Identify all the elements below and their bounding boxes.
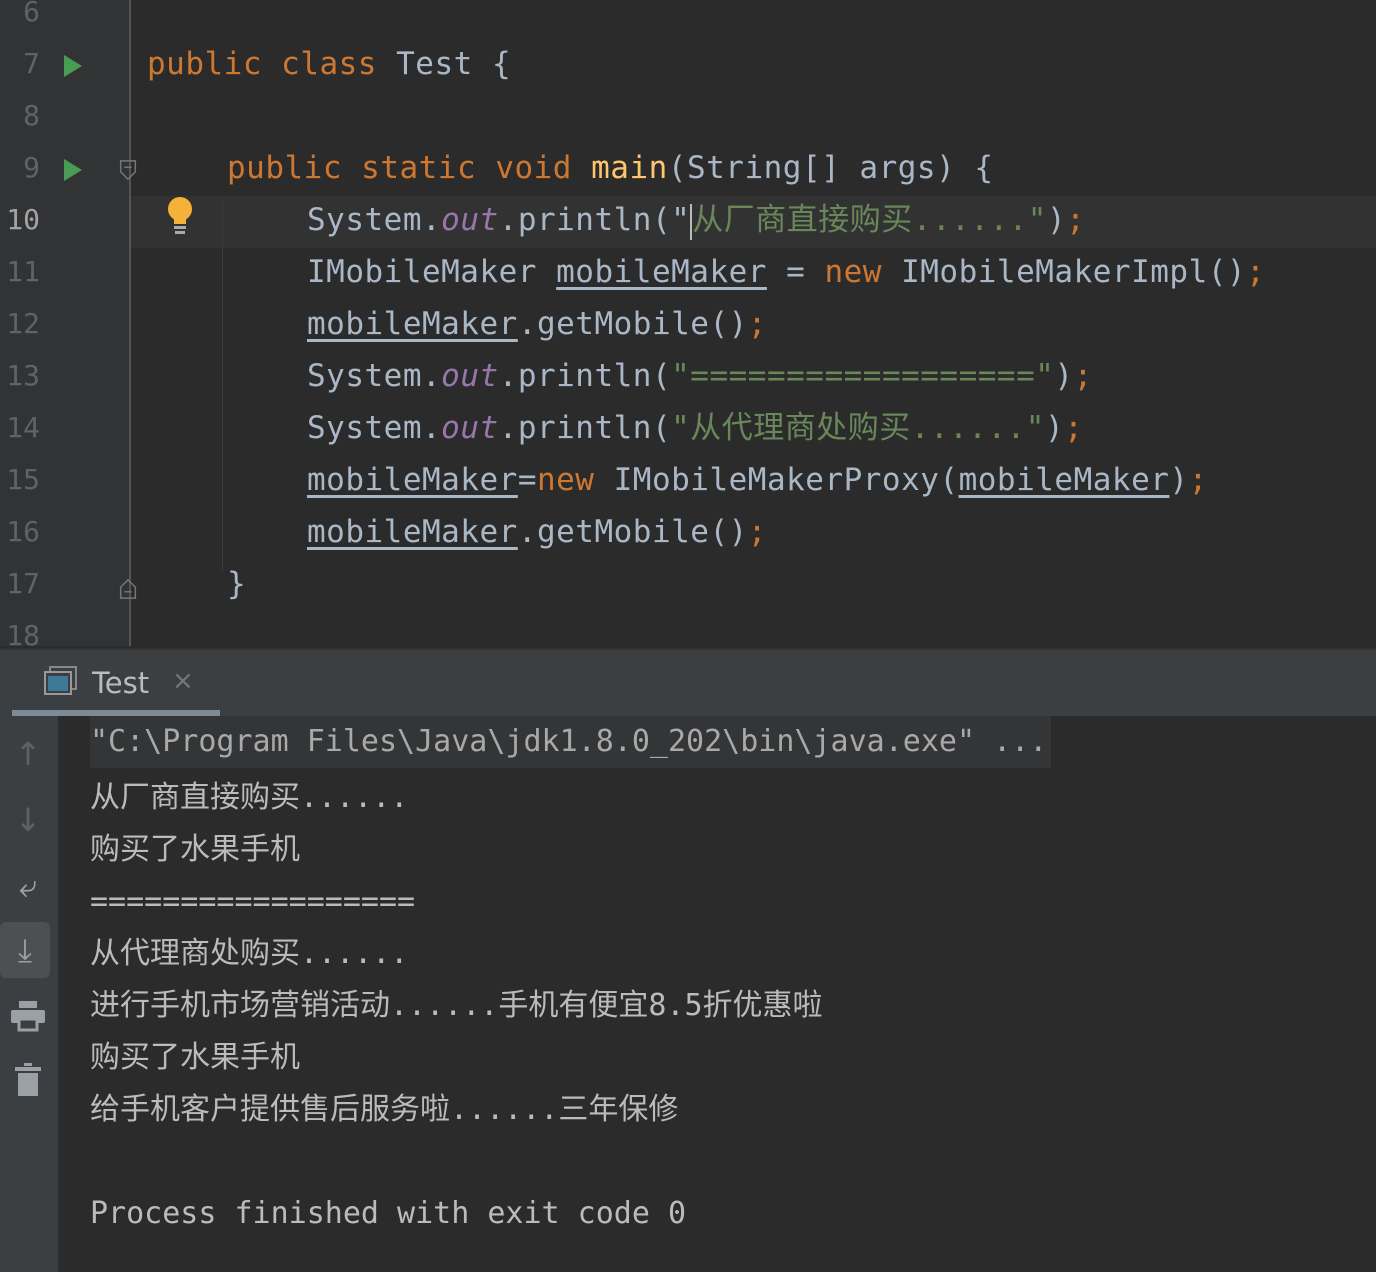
code-token: IMobileMakerProxy(: [614, 462, 959, 498]
code-editor[interactable]: 6789101112131415161718 public class Test…: [0, 0, 1376, 646]
code-token: }: [227, 566, 246, 602]
fold-end-icon[interactable]: [118, 578, 138, 600]
run-main-icon[interactable]: [64, 159, 82, 181]
code-token: out: [441, 358, 499, 394]
code-token: ;: [1189, 462, 1208, 498]
code-token: mobileMaker: [307, 514, 518, 550]
line-number: 13: [0, 350, 40, 402]
code-token: ;: [1074, 358, 1093, 394]
code-token: public: [227, 150, 361, 186]
tab-test[interactable]: Test ×: [12, 650, 220, 716]
code-line: mobileMaker.getMobile();: [307, 298, 767, 350]
indent-guide: [222, 200, 223, 570]
code-token: public: [147, 46, 281, 82]
code-token: new: [537, 462, 614, 498]
arrow-up-icon[interactable]: ↑: [6, 732, 50, 776]
code-token: class: [281, 46, 396, 82]
lightbulb-icon[interactable]: [165, 196, 195, 236]
code-line: mobileMaker=new IMobileMakerProxy(mobile…: [307, 454, 1208, 506]
code-line: }: [227, 558, 246, 610]
code-token: mobileMaker: [959, 462, 1170, 498]
code-token: Test {: [396, 46, 511, 82]
code-token: =: [518, 462, 537, 498]
line-number: 8: [0, 90, 40, 142]
code-token: .println(: [499, 358, 671, 394]
console-output[interactable]: "C:\Program Files\Java\jdk1.8.0_202\bin\…: [58, 716, 1376, 1272]
arrow-down-icon[interactable]: ↓: [6, 798, 50, 842]
code-token: ;: [1246, 254, 1265, 290]
code-token: out: [441, 202, 499, 238]
line-number: 10: [0, 194, 40, 246]
line-number: 9: [0, 142, 40, 194]
code-token: =: [767, 254, 825, 290]
code-token: new: [824, 254, 901, 290]
code-line: public static void main(String[] args) {: [227, 142, 994, 194]
print-icon[interactable]: [6, 994, 50, 1038]
code-token: out: [441, 410, 499, 446]
code-token: ;: [748, 306, 767, 342]
console-line: 进行手机市场营销活动......手机有便宜8.5折优惠啦: [90, 980, 823, 1032]
code-token: ;: [748, 514, 767, 550]
code-token: IMobileMakerImpl(): [901, 254, 1246, 290]
code-token: "==================": [671, 358, 1054, 394]
code-line: mobileMaker.getMobile();: [307, 506, 767, 558]
close-icon[interactable]: ×: [172, 666, 194, 696]
line-number: 11: [0, 246, 40, 298]
line-number: 15: [0, 454, 40, 506]
code-line: IMobileMaker mobileMaker = new IMobileMa…: [307, 246, 1265, 298]
code-token: .getMobile(): [518, 514, 748, 550]
line-number: 7: [0, 38, 40, 90]
line-number: 14: [0, 402, 40, 454]
code-token: .println(: [499, 410, 671, 446]
console-icon: [44, 666, 78, 698]
code-token: main: [591, 150, 668, 186]
code-token: mobileMaker: [556, 254, 767, 290]
code-token: 从厂商直接购买......": [692, 202, 1047, 238]
code-token: System.: [307, 358, 441, 394]
code-token: ;: [1066, 202, 1085, 238]
code-token: mobileMaker: [307, 462, 518, 498]
console-line: 给手机客户提供售后服务啦......三年保修: [90, 1084, 678, 1136]
run-tool-window-header: Test ×: [0, 648, 1376, 718]
code-line: System.out.println("从代理商处购买......");: [307, 402, 1083, 454]
code-token: ;: [1064, 410, 1083, 446]
code-token: IMobileMaker: [307, 254, 556, 290]
soft-wrap-icon[interactable]: ⤶: [6, 864, 50, 908]
editor-gutter: 6789101112131415161718: [0, 0, 131, 646]
scroll-to-end-icon[interactable]: ⤓: [0, 922, 50, 978]
code-line: System.out.println("从厂商直接购买......");: [307, 194, 1085, 246]
console-line: Process finished with exit code 0: [90, 1188, 686, 1240]
run-toolbar: ↑ ↓ ⤶ ⤓: [0, 716, 58, 1272]
line-number: 6: [0, 0, 40, 38]
line-number: 18: [0, 610, 40, 646]
code-token: .println(": [499, 202, 691, 238]
code-token: (String[] args) {: [668, 150, 994, 186]
code-token: void: [495, 150, 591, 186]
console-line: 从厂商直接购买......: [90, 772, 408, 824]
code-token: static: [361, 150, 495, 186]
console-command-line: "C:\Program Files\Java\jdk1.8.0_202\bin\…: [90, 716, 1051, 768]
code-token: mobileMaker: [307, 306, 518, 342]
code-line: System.out.println("==================")…: [307, 350, 1093, 402]
fold-start-icon[interactable]: [118, 159, 138, 181]
code-token: ): [1045, 410, 1064, 446]
code-token: ): [1054, 358, 1073, 394]
run-class-icon[interactable]: [64, 55, 82, 77]
code-token: System.: [307, 202, 441, 238]
trash-icon[interactable]: [6, 1058, 50, 1102]
console-line: 从代理商处购买......: [90, 928, 408, 980]
code-token: "从代理商处购买......": [671, 410, 1045, 446]
line-number: 17: [0, 558, 40, 610]
console-line: 购买了水果手机: [90, 1032, 300, 1084]
console-line: 购买了水果手机: [90, 824, 300, 876]
code-token: ): [1047, 202, 1066, 238]
line-number: 16: [0, 506, 40, 558]
code-line: public class Test {: [147, 38, 511, 90]
code-token: System.: [307, 410, 441, 446]
code-token: .getMobile(): [518, 306, 748, 342]
console-line: ==================: [90, 876, 415, 928]
code-token: ): [1169, 462, 1188, 498]
tab-label: Test: [92, 666, 149, 700]
line-number: 12: [0, 298, 40, 350]
